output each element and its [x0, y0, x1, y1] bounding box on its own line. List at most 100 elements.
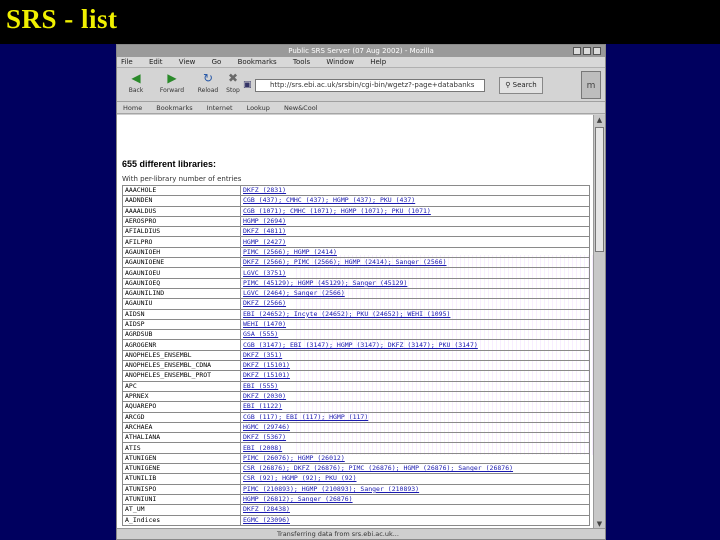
library-name: AADNDEN: [122, 195, 241, 207]
table-row: AAACHOLE DKFZ (2831): [122, 184, 590, 197]
home-link[interactable]: Home: [123, 104, 142, 112]
library-name: ANOPHELES_ENSEMBL_CDNA: [122, 360, 241, 372]
library-entries-link[interactable]: GSA (555): [240, 329, 590, 341]
library-entries-link[interactable]: PIMC (2566); HGMP (2414): [240, 246, 590, 259]
scroll-up-icon[interactable]: ▲: [595, 116, 604, 125]
url-input[interactable]: http://srs.ebi.ac.uk/srsbin/cgi-bin/wget…: [255, 79, 485, 92]
table-row: ATHALIANA DKFZ (5367): [122, 432, 590, 444]
menu-tools[interactable]: Tools: [293, 58, 310, 66]
search-button[interactable]: ⚲ Search: [499, 77, 543, 94]
library-entries-link[interactable]: EBI (555): [240, 380, 590, 392]
library-name: AGROGENR: [122, 339, 241, 351]
maximize-button[interactable]: [583, 47, 591, 55]
menu-window[interactable]: Window: [326, 58, 354, 66]
library-entries-link[interactable]: CGB (3147); EBI (3147); HGMP (3147); DKF…: [240, 339, 590, 351]
reload-icon: ↻: [202, 71, 214, 85]
lookup-link[interactable]: Lookup: [247, 104, 270, 112]
library-entries-link[interactable]: DKFZ (351): [240, 349, 590, 362]
library-entries-link[interactable]: DKFZ (2831): [240, 184, 590, 197]
library-name: ANOPHELES_ENSEMBL: [122, 349, 241, 362]
internet-link[interactable]: Internet: [207, 104, 233, 112]
table-row: AGAUNIOENE DKFZ (2566); PIMC (2566); HGMP…: [122, 257, 590, 269]
library-name: ANOPHELES_ENSEMBL_PROT: [122, 370, 241, 382]
library-entries-link[interactable]: CSR (92); HGMP (92); PKU (92): [240, 473, 590, 485]
library-entries-link[interactable]: DKFZ (15101): [240, 370, 590, 382]
library-entries-link[interactable]: DKFZ (2566): [240, 298, 590, 310]
table-row: AGAUNIU DKFZ (2566): [122, 298, 590, 310]
search-icon: ⚲: [505, 81, 511, 89]
status-text: Transferring data from srs.ebi.ac.uk...: [277, 530, 399, 538]
page-content: 655 different libraries: With per-librar…: [117, 115, 595, 530]
library-name: AFILPRO: [122, 236, 241, 248]
library-entries-link[interactable]: HGMP (26812); Sanger (26876): [240, 493, 590, 506]
library-entries-link[interactable]: EBI (2008): [240, 442, 590, 454]
menu-view[interactable]: View: [179, 58, 196, 66]
table-row: AADNDEN CGB (437); CMHC (437); HGMP (437)…: [122, 195, 590, 207]
stop-button[interactable]: ✖ Stop: [223, 71, 243, 99]
minimize-button[interactable]: [573, 47, 581, 55]
library-entries-link[interactable]: PIMC (210893); HGMP (210893); Sanger (21…: [240, 483, 590, 495]
forward-button[interactable]: ▶ Forward: [157, 71, 187, 99]
library-entries-link[interactable]: PIMC (26076); HGMP (26012): [240, 452, 590, 465]
table-row: APRNEX DKFZ (2030): [122, 390, 590, 403]
library-entries-link[interactable]: LGVC (3751): [240, 267, 590, 279]
close-button[interactable]: [593, 47, 601, 55]
menu-go[interactable]: Go: [212, 58, 222, 66]
menu-edit[interactable]: Edit: [149, 58, 163, 66]
page-subheading: With per-library number of entries: [122, 175, 242, 183]
library-entries-link[interactable]: PIMC (45129); HGMP (45129); Sanger (4512…: [240, 277, 590, 289]
table-row: ATUNIGEN PIMC (26076); HGMP (26012): [122, 452, 590, 465]
menu-bookmarks[interactable]: Bookmarks: [238, 58, 277, 66]
stop-icon: ✖: [227, 71, 239, 85]
library-entries-link[interactable]: CGB (437); CMHC (437); HGMP (437); PKU (…: [240, 195, 590, 207]
library-entries-link[interactable]: CSR (26876); DKFZ (26876); PIMC (26876);…: [240, 463, 590, 475]
browser-window: Public SRS Server (07 Aug 2002) - Mozill…: [116, 44, 606, 540]
table-row: AGRDSUB GSA (555): [122, 329, 590, 341]
library-name: AGAUNILIND: [122, 287, 241, 300]
library-entries-link[interactable]: DKFZ (2030): [240, 390, 590, 403]
library-name: ATUNIGEN: [122, 452, 241, 465]
table-row: AQUAREPO EBI (1122): [122, 401, 590, 413]
table-row: A_Indices EGMC (23096): [122, 514, 590, 526]
bookmarks-link[interactable]: Bookmarks: [156, 104, 192, 112]
newcool-link[interactable]: New&Cool: [284, 104, 318, 112]
menu-file[interactable]: File: [121, 58, 133, 66]
page-icon: ▣: [243, 80, 252, 90]
library-entries-link[interactable]: HGMC (29746): [240, 421, 590, 434]
library-entries-link[interactable]: DKFZ (4811): [240, 226, 590, 238]
table-row: AGAUNILIND LGVC (2464); Sanger (2566): [122, 287, 590, 300]
slide-title: SRS - list: [6, 4, 118, 34]
library-name: AGAUNIOEH: [122, 246, 241, 259]
reload-button[interactable]: ↻ Reload: [193, 71, 223, 99]
table-row: AEROSPRO HGMP (2694): [122, 215, 590, 228]
library-entries-link[interactable]: DKFZ (5367): [240, 432, 590, 444]
library-entries-link[interactable]: LGVC (2464); Sanger (2566): [240, 287, 590, 300]
menu-help[interactable]: Help: [370, 58, 386, 66]
library-entries-link[interactable]: CGB (1071); CMHC (1071); HGMP (1071); PK…: [240, 205, 590, 217]
scroll-thumb[interactable]: [595, 127, 604, 252]
table-row: ATIS EBI (2008): [122, 442, 590, 454]
library-entries-link[interactable]: EBI (24652); Incyte (24652); PKU (24652)…: [240, 308, 590, 320]
library-name: AFIALDIUS: [122, 226, 241, 238]
table-row: AAAALDUS CGB (1071); CMHC (1071); HGMP (1…: [122, 205, 590, 217]
library-entries-link[interactable]: DKFZ (2566); PIMC (2566); HGMP (2414); S…: [240, 257, 590, 269]
library-name: ATUNIUNI: [122, 493, 241, 506]
library-name: ATUNILIB: [122, 473, 241, 485]
back-label: Back: [128, 87, 144, 94]
library-entries-link[interactable]: DKFZ (28438): [240, 504, 590, 516]
back-button[interactable]: ◀ Back: [121, 71, 151, 99]
library-entries-link[interactable]: WEHI (1470): [240, 318, 590, 331]
table-row: ATUNILIB CSR (92); HGMP (92); PKU (92): [122, 473, 590, 485]
table-row: AGAUNIOEU LGVC (3751): [122, 267, 590, 279]
library-entries-link[interactable]: DKFZ (15101): [240, 360, 590, 372]
window-titlebar: Public SRS Server (07 Aug 2002) - Mozill…: [117, 45, 605, 57]
library-name: AQUAREPO: [122, 401, 241, 413]
library-entries-link[interactable]: CGB (117); EBI (117); HGMP (117): [240, 411, 590, 423]
vertical-scrollbar[interactable]: ▲ ▼: [593, 115, 605, 530]
library-entries-link[interactable]: EBI (1122): [240, 401, 590, 413]
library-entries-link[interactable]: EGMC (23096): [240, 514, 590, 526]
personal-toolbar: Home Bookmarks Internet Lookup New&Cool: [117, 102, 605, 114]
table-row: ATUNIUNI HGMP (26812); Sanger (26876): [122, 493, 590, 506]
library-entries-link[interactable]: HGMP (2694): [240, 215, 590, 228]
library-entries-link[interactable]: HGMP (2427): [240, 236, 590, 248]
